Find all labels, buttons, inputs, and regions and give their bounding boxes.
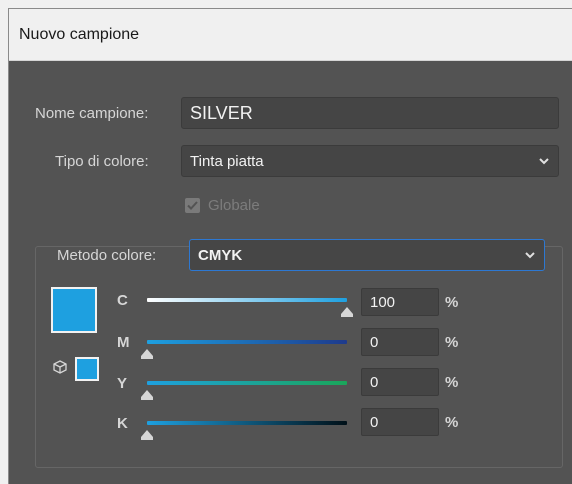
percent-unit: % (445, 414, 459, 431)
checkmark-icon (187, 201, 198, 210)
dialog-title: Nuovo campione (19, 25, 140, 43)
percent-unit: % (445, 294, 459, 311)
swatch-name-input[interactable]: SILVER (181, 97, 559, 129)
channel-value-input[interactable]: 0 (361, 368, 439, 396)
channel-letter: C (117, 292, 128, 309)
channel-letter: K (117, 415, 128, 432)
out-of-gamut-cube-icon[interactable] (53, 360, 67, 374)
global-checkbox[interactable] (185, 198, 200, 213)
slider-handle-icon[interactable] (141, 390, 153, 400)
channel-value: 0 (370, 373, 379, 391)
new-swatch-dialog: Nuovo campione Nome campione: SILVER Tip… (8, 8, 572, 484)
color-mode-value: CMYK (198, 246, 243, 264)
in-gamut-swatch[interactable] (75, 357, 99, 381)
color-mode-group (35, 246, 563, 468)
color-type-value: Tinta piatta (190, 152, 264, 170)
swatch-name-label: Nome campione: (35, 105, 149, 122)
channel-value: 100 (370, 293, 396, 311)
color-mode-label: Metodo colore: (53, 247, 161, 264)
channel-value-input[interactable]: 0 (361, 408, 439, 436)
color-type-label: Tipo di colore: (55, 153, 149, 170)
slider-handle-icon[interactable] (141, 349, 153, 359)
color-mode-select[interactable]: CMYK (189, 239, 545, 271)
chevron-down-icon (525, 252, 535, 259)
slider-handle-icon[interactable] (341, 307, 353, 317)
chevron-down-icon (539, 158, 549, 165)
channel-value-input[interactable]: 0 (361, 328, 439, 356)
channel-value-input[interactable]: 100 (361, 288, 439, 316)
channel-slider-track[interactable] (147, 298, 347, 302)
global-label: Globale (208, 197, 260, 214)
swatch-name-value: SILVER (190, 102, 253, 123)
channel-value: 0 (370, 413, 379, 431)
title-bar: Nuovo campione (9, 9, 572, 61)
channel-value: 0 (370, 333, 379, 351)
color-preview-swatch[interactable] (51, 287, 97, 333)
slider-handle-icon[interactable] (141, 430, 153, 440)
color-type-select[interactable]: Tinta piatta (181, 145, 559, 177)
percent-unit: % (445, 374, 459, 391)
channel-slider-track[interactable] (147, 381, 347, 385)
percent-unit: % (445, 334, 459, 351)
channel-slider-track[interactable] (147, 421, 347, 425)
global-checkbox-row[interactable]: Globale (185, 197, 260, 214)
channel-slider-track[interactable] (147, 340, 347, 344)
channel-letter: M (117, 334, 130, 351)
channel-letter: Y (117, 375, 128, 392)
